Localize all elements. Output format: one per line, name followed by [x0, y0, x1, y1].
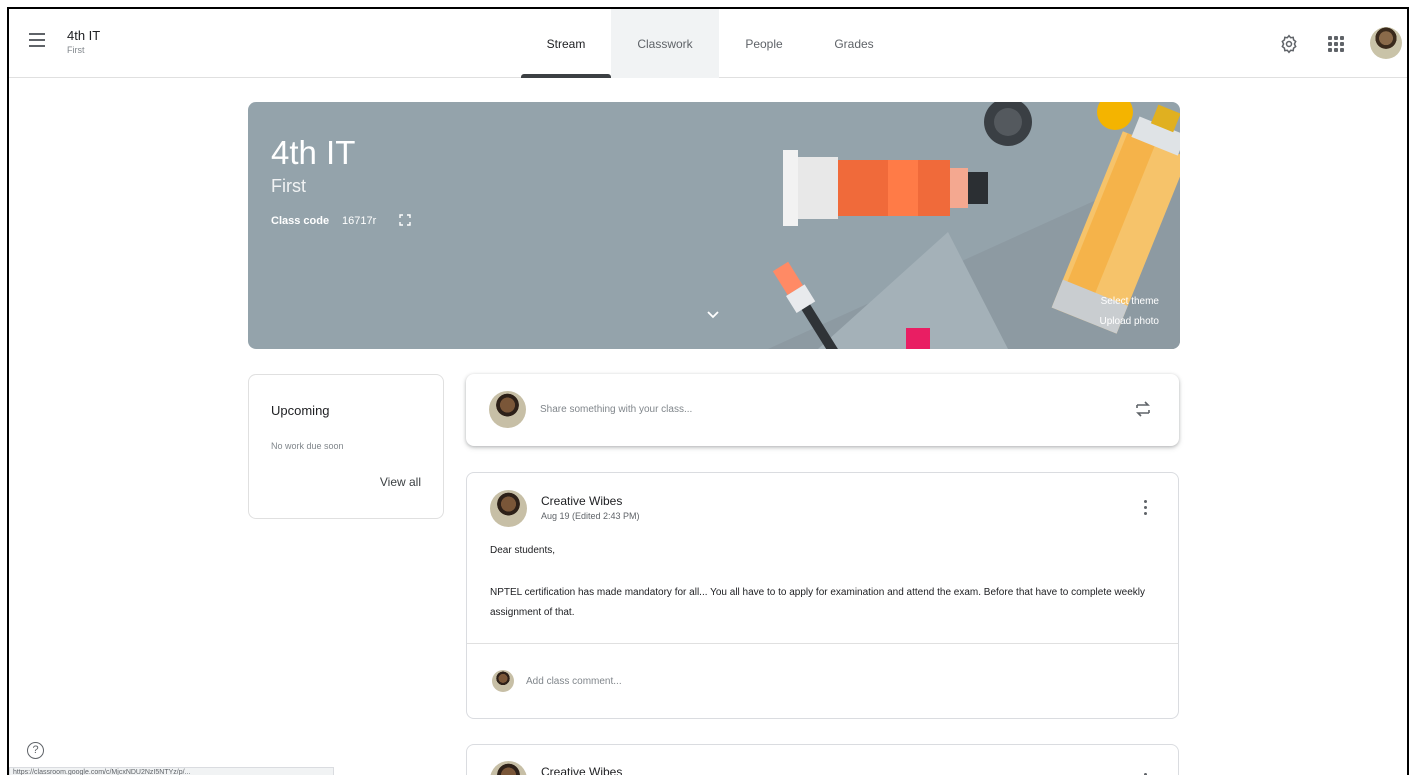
class-code-value: 16717r — [342, 215, 377, 227]
divider — [467, 643, 1178, 644]
tab-grades[interactable]: Grades — [809, 9, 899, 78]
apps-icon[interactable] — [1328, 36, 1344, 52]
post-body: NPTEL certification has made mandatory f… — [490, 587, 1145, 618]
class-section: First — [67, 45, 85, 55]
tab-classwork[interactable]: Classwork — [611, 9, 719, 78]
chevron-down-icon[interactable] — [706, 310, 720, 320]
settings-icon[interactable] — [1279, 34, 1299, 54]
banner-title: 4th IT — [271, 134, 356, 171]
status-bar-url: https://classroom.google.com/c/MjcxNDU2N… — [9, 767, 334, 775]
account-avatar[interactable] — [1370, 27, 1402, 59]
user-avatar — [489, 391, 526, 428]
post-greeting: Dear students, — [490, 545, 556, 556]
fullscreen-icon[interactable] — [399, 214, 411, 226]
stream-post: Creative Wibes Aug 19 (Edited 2:43 PM) D… — [466, 472, 1179, 719]
top-bar: 4th IT First Stream Classwork People Gra… — [9, 9, 1407, 78]
class-comment-input[interactable]: Add class comment... — [526, 676, 622, 687]
app-window: 4th IT First Stream Classwork People Gra… — [7, 7, 1409, 775]
tab-people[interactable]: People — [719, 9, 809, 78]
post-author: Creative Wibes — [541, 765, 623, 775]
tab-stream[interactable]: Stream — [521, 9, 611, 78]
upload-photo-link[interactable]: Upload photo — [1100, 316, 1160, 327]
menu-icon[interactable] — [29, 33, 45, 47]
class-code-label: Class code — [271, 215, 330, 227]
share-placeholder: Share something with your class... — [540, 404, 693, 415]
tab-bar: Stream Classwork People Grades — [521, 9, 899, 78]
help-icon[interactable]: ? — [27, 742, 44, 759]
stream-post: Creative Wibes — [466, 744, 1179, 775]
author-avatar — [490, 490, 527, 527]
view-all-link[interactable]: View all — [380, 475, 421, 489]
share-box[interactable]: Share something with your class... — [466, 374, 1179, 446]
class-banner: 4th IT First Class code 16717r Select th… — [248, 102, 1180, 349]
upcoming-subtitle: No work due soon — [271, 441, 344, 451]
repost-icon[interactable] — [1134, 399, 1152, 419]
comment-avatar — [492, 670, 514, 692]
upcoming-title: Upcoming — [271, 403, 330, 418]
author-avatar — [490, 761, 527, 775]
select-theme-link[interactable]: Select theme — [1101, 296, 1159, 307]
post-author: Creative Wibes — [541, 494, 623, 508]
more-options-icon[interactable] — [1144, 500, 1148, 516]
banner-section: First — [271, 176, 306, 196]
post-date: Aug 19 (Edited 2:43 PM) — [541, 511, 640, 521]
upcoming-card: Upcoming No work due soon View all — [248, 374, 444, 519]
class-name[interactable]: 4th IT — [67, 28, 100, 43]
